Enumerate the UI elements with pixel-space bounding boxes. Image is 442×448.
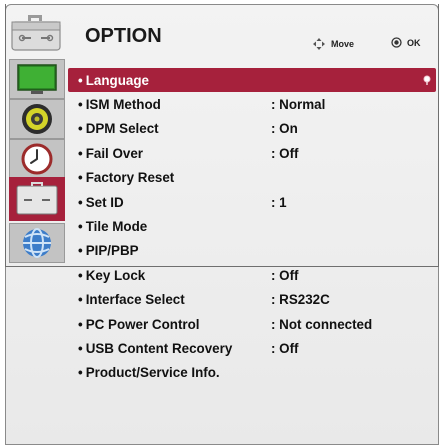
sidebar-item-picture[interactable]	[9, 59, 65, 99]
menu-item-label: USB Content Recovery	[78, 341, 233, 356]
network-icon	[9, 223, 65, 263]
menu-item-usb-content-recovery[interactable]: USB Content Recovery : Off	[68, 336, 436, 360]
menu-header: OPTION Move OK	[6, 5, 438, 61]
menu-item-product-service-info[interactable]: Product/Service Info.	[68, 361, 436, 385]
menu-item-value: : Off	[271, 145, 299, 161]
category-sidebar	[9, 59, 65, 263]
menu-item-value: : Not connected	[271, 316, 373, 332]
ok-hint-label: OK	[407, 37, 421, 48]
menu-item-value: : Normal	[271, 97, 326, 113]
menu-item-pc-power-control[interactable]: PC Power Control : Not connected	[68, 312, 436, 336]
sidebar-item-network[interactable]	[9, 223, 65, 263]
menu-item-value: : Off	[271, 340, 299, 356]
move-hint: Move	[312, 37, 354, 51]
menu-item-label: Interface Select	[78, 292, 185, 307]
menu-item-ism-method[interactable]: ISM Method : Normal	[68, 92, 436, 116]
sidebar-item-time[interactable]	[9, 139, 65, 179]
ok-button-icon	[391, 37, 402, 48]
menu-item-interface-select[interactable]: Interface Select : RS232C	[68, 288, 436, 312]
menu-item-label: DPM Select	[78, 121, 159, 136]
menu-item-pip-pbp[interactable]: PIP/PBP	[68, 239, 436, 263]
menu-item-label: Factory Reset	[78, 170, 175, 185]
option-menu-list: Language ISM Method : Normal DPM Select …	[68, 68, 436, 385]
ok-hint: OK	[391, 37, 421, 48]
menu-item-fail-over[interactable]: Fail Over : Off	[68, 141, 436, 165]
audio-icon	[9, 99, 65, 139]
option-toolbox-icon	[11, 15, 61, 51]
selection-marker-icon	[423, 75, 431, 85]
menu-item-label: PIP/PBP	[78, 243, 139, 258]
menu-item-label: Key Lock	[78, 268, 146, 283]
menu-item-value: : 1	[271, 194, 287, 210]
clock-icon	[9, 139, 65, 179]
menu-item-value: : On	[271, 121, 298, 137]
menu-item-label: Set ID	[78, 195, 124, 210]
page-title: OPTION	[85, 25, 162, 47]
menu-item-label: Product/Service Info.	[78, 365, 220, 380]
option-toolbox-icon	[9, 177, 65, 221]
sidebar-item-audio[interactable]	[9, 99, 65, 139]
menu-item-label: Tile Mode	[78, 219, 148, 234]
menu-item-factory-reset[interactable]: Factory Reset	[68, 166, 436, 190]
menu-item-key-lock[interactable]: Key Lock : Off	[68, 263, 436, 287]
option-menu-panel: OPTION Move OK • Language • ISM Method:…	[5, 4, 439, 445]
move-hint-label: Move	[331, 39, 355, 49]
menu-item-value: : RS232C	[271, 292, 330, 308]
menu-item-label: Fail Over	[78, 146, 143, 161]
menu-item-language[interactable]: Language	[68, 68, 436, 93]
menu-item-dpm-select[interactable]: DPM Select : On	[68, 117, 436, 141]
menu-item-value: : Off	[271, 267, 299, 283]
sidebar-item-option[interactable]	[9, 177, 65, 221]
menu-item-set-id[interactable]: Set ID : 1	[68, 190, 436, 214]
picture-icon	[9, 59, 65, 99]
menu-item-label: ISM Method	[78, 97, 161, 112]
navigation-arrows-icon	[313, 38, 325, 50]
menu-item-tile-mode[interactable]: Tile Mode	[68, 214, 436, 238]
menu-item-label: PC Power Control	[78, 317, 200, 332]
menu-item-label: Language	[78, 73, 149, 88]
